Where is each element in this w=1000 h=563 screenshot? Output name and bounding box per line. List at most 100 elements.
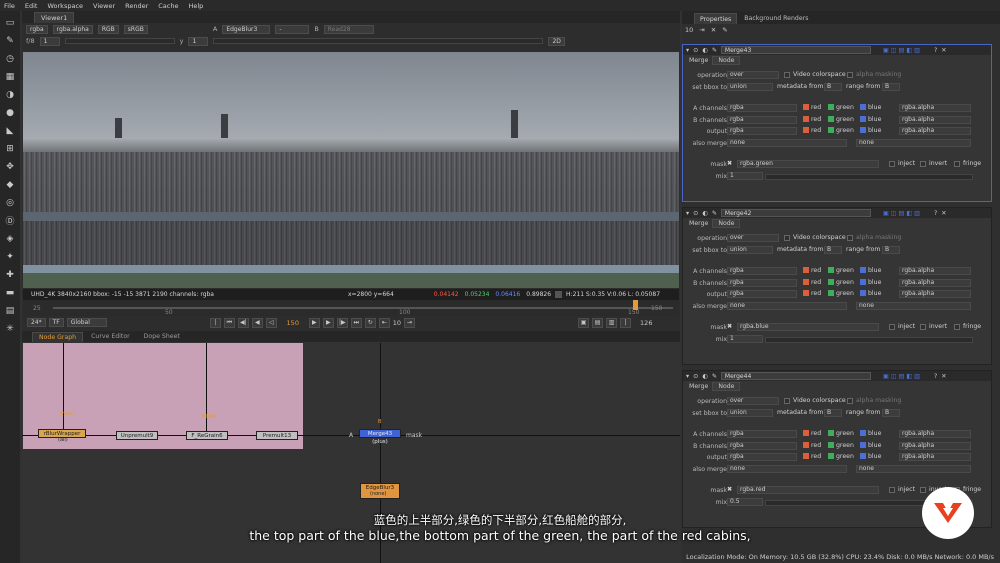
cache-icon[interactable]: ▤ bbox=[592, 317, 604, 328]
also-merge-dropdown[interactable]: none bbox=[727, 139, 847, 147]
mask-enable-icon[interactable]: ✖ bbox=[727, 323, 732, 330]
mix-field[interactable]: 0.5 bbox=[727, 498, 763, 506]
mask-enable-icon[interactable]: ✖ bbox=[727, 160, 732, 167]
b-channels-dropdown[interactable]: rgba bbox=[727, 116, 797, 124]
out-point-icon[interactable]: | bbox=[620, 317, 632, 328]
fstop-label[interactable]: f/8 bbox=[26, 37, 35, 45]
fringe-checkbox[interactable] bbox=[954, 161, 960, 167]
tab-dope-sheet[interactable]: Dope Sheet bbox=[138, 332, 186, 342]
out-frame-field[interactable]: 126 bbox=[640, 319, 652, 327]
operation-dropdown[interactable]: over bbox=[727, 397, 779, 405]
menu-edit[interactable]: Edit bbox=[25, 2, 38, 10]
menu-help[interactable]: Help bbox=[188, 2, 203, 10]
next-key-icon[interactable]: |▶ bbox=[336, 317, 348, 328]
a-blue[interactable]: blue bbox=[860, 267, 881, 274]
last-frame-icon[interactable]: ⏭ bbox=[350, 317, 362, 328]
view-mode-dropdown[interactable]: 2D bbox=[548, 36, 565, 46]
rgb-dropdown[interactable]: RGB bbox=[97, 24, 119, 34]
b-green[interactable]: green bbox=[828, 116, 854, 123]
mix-slider[interactable] bbox=[765, 174, 973, 180]
gain-field[interactable]: 1 bbox=[39, 36, 60, 46]
b-alpha-dropdown[interactable]: rgba.alpha bbox=[899, 442, 971, 450]
transform-icon[interactable]: ✥ bbox=[5, 161, 16, 172]
b-alpha-dropdown[interactable]: rgba.alpha bbox=[899, 279, 971, 287]
out-blue[interactable]: blue bbox=[860, 290, 881, 297]
mask-channel-dropdown[interactable]: rgba.red bbox=[737, 486, 879, 494]
range-dropdown[interactable]: B bbox=[882, 246, 900, 254]
play-icon[interactable]: ▶ bbox=[308, 317, 320, 328]
out-alpha-dropdown[interactable]: rgba.alpha bbox=[899, 453, 971, 461]
inject-checkbox[interactable] bbox=[889, 161, 895, 167]
invert-checkbox[interactable] bbox=[920, 161, 926, 167]
play-back-icon[interactable]: ◁ bbox=[265, 317, 277, 328]
step-back-icon[interactable]: ⇤ bbox=[378, 317, 390, 328]
compare-dropdown[interactable]: - bbox=[275, 24, 310, 34]
playhead[interactable] bbox=[633, 300, 638, 310]
video-colorspace-checkbox[interactable] bbox=[784, 235, 790, 241]
range-dropdown[interactable]: B bbox=[882, 83, 900, 91]
keyer-icon[interactable]: ◣ bbox=[5, 125, 16, 136]
a-red[interactable]: red bbox=[803, 104, 821, 111]
set-bbox-dropdown[interactable]: union bbox=[727, 246, 773, 254]
a-channels-dropdown[interactable]: rgba bbox=[727, 267, 797, 275]
gamma-field[interactable]: 1 bbox=[188, 36, 209, 46]
srgb-dropdown[interactable]: sRGB bbox=[123, 24, 148, 34]
max-panels-field[interactable]: 10 bbox=[685, 26, 693, 34]
timeline[interactable]: 25 50 100 150 150 bbox=[23, 300, 679, 316]
a-channels-dropdown[interactable]: rgba bbox=[727, 430, 797, 438]
metadata-icon[interactable]: ◈ bbox=[5, 233, 16, 244]
b-blue[interactable]: blue bbox=[860, 442, 881, 449]
b-red[interactable]: red bbox=[803, 442, 821, 449]
timeline-track[interactable] bbox=[53, 307, 673, 309]
b-red[interactable]: red bbox=[803, 279, 821, 286]
out-red[interactable]: red bbox=[803, 453, 821, 460]
also-merge-dropdown[interactable]: none bbox=[727, 302, 847, 310]
mask-channel-dropdown[interactable]: rgba.green bbox=[737, 160, 879, 168]
alpha-masking-checkbox[interactable] bbox=[847, 398, 853, 404]
a-channels-dropdown[interactable]: rgba bbox=[727, 104, 797, 112]
mask-enable-icon[interactable]: ✖ bbox=[727, 486, 732, 493]
deep-icon[interactable]: Ⓓ bbox=[5, 215, 16, 227]
flipbook-icon[interactable]: ▣ bbox=[578, 317, 590, 328]
output-dropdown[interactable]: rgba bbox=[727, 127, 797, 135]
b-channels-dropdown[interactable]: rgba bbox=[727, 279, 797, 287]
loop-icon[interactable]: ↻ bbox=[364, 317, 376, 328]
nuke-logo-icon[interactable]: ✳ bbox=[5, 323, 16, 334]
also-merge-dropdown-2[interactable]: none bbox=[856, 139, 971, 147]
node-unpremult9[interactable]: Unpremult9 bbox=[116, 431, 158, 440]
a-green[interactable]: green bbox=[828, 104, 854, 111]
a-red[interactable]: red bbox=[803, 430, 821, 437]
draw-icon[interactable]: ✎ bbox=[5, 35, 16, 46]
node-f-regrain6[interactable]: F_ReGrain6 bbox=[186, 431, 228, 440]
menu-file[interactable]: File bbox=[4, 2, 15, 10]
menu-render[interactable]: Render bbox=[125, 2, 148, 10]
also-merge-dropdown[interactable]: none bbox=[727, 465, 847, 473]
out-blue[interactable]: blue bbox=[860, 453, 881, 460]
operation-dropdown[interactable]: over bbox=[727, 234, 779, 242]
fringe-checkbox[interactable] bbox=[954, 324, 960, 330]
out-green[interactable]: green bbox=[828, 290, 854, 297]
menu-cache[interactable]: Cache bbox=[158, 2, 178, 10]
step-fwd-icon[interactable]: ⇥ bbox=[404, 317, 416, 328]
b-alpha-dropdown[interactable]: rgba.alpha bbox=[899, 116, 971, 124]
mask-channel-dropdown[interactable]: rgba.blue bbox=[737, 323, 879, 331]
a-green[interactable]: green bbox=[828, 430, 854, 437]
invert-checkbox[interactable] bbox=[920, 487, 926, 493]
output-dropdown[interactable]: rgba bbox=[727, 453, 797, 461]
invert-checkbox[interactable] bbox=[920, 324, 926, 330]
prev-frame-icon[interactable]: ◀ bbox=[251, 317, 263, 328]
b-green[interactable]: green bbox=[828, 442, 854, 449]
tab-curve-editor[interactable]: Curve Editor bbox=[85, 332, 136, 342]
tf-dropdown[interactable]: TF bbox=[48, 318, 64, 327]
out-red[interactable]: red bbox=[803, 127, 821, 134]
next-frame-icon[interactable]: ▶ bbox=[322, 317, 334, 328]
global-dropdown[interactable]: Global bbox=[66, 318, 107, 327]
menu-viewer[interactable]: Viewer bbox=[93, 2, 115, 10]
fps-dropdown[interactable]: 24* bbox=[27, 318, 46, 327]
alpha-masking-checkbox[interactable] bbox=[847, 72, 853, 78]
pencil-icon[interactable]: ✎ bbox=[722, 26, 727, 34]
in-point-icon[interactable]: | bbox=[209, 317, 221, 328]
alpha-dropdown[interactable]: rgba.alpha bbox=[52, 24, 93, 34]
a-blue[interactable]: blue bbox=[860, 104, 881, 111]
node-premult13[interactable]: Premult13 bbox=[256, 431, 298, 440]
